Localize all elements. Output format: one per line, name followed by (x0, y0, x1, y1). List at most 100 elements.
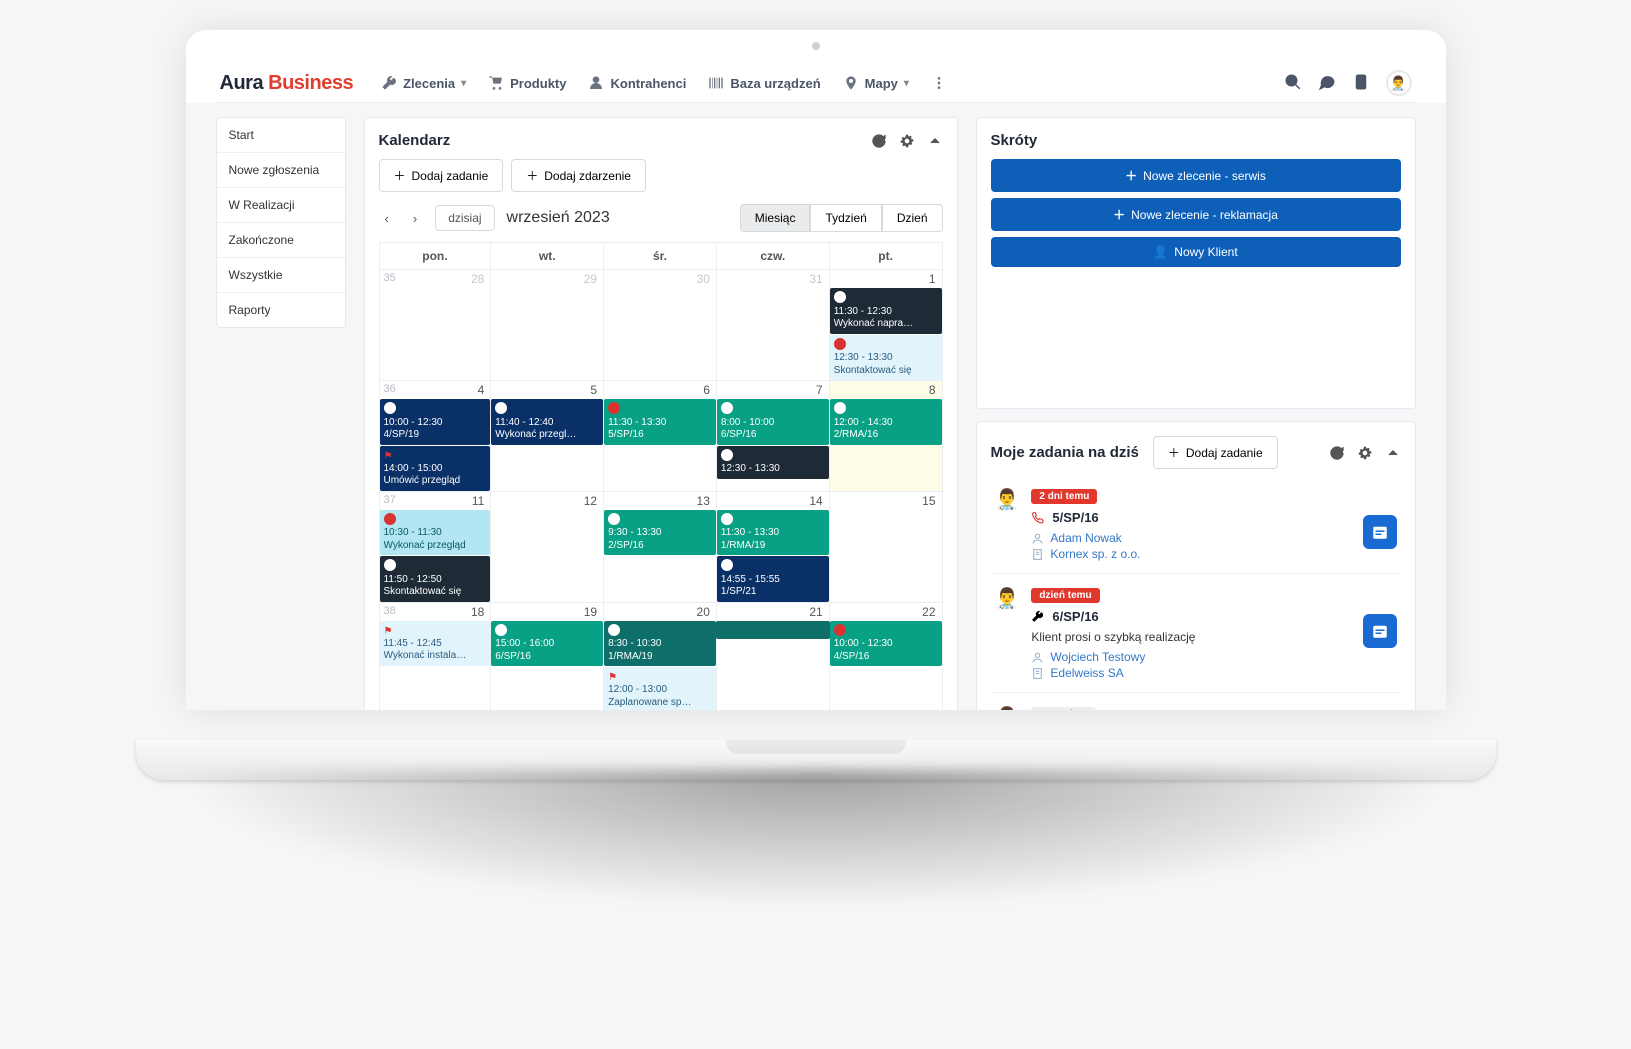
sidebar-all[interactable]: Wszystkie (217, 258, 345, 293)
search-icon[interactable] (1284, 73, 1302, 94)
cell[interactable]: 364 10:00 - 12:304/SP/19 14:00 - 15:00Um… (379, 381, 492, 492)
due-badge: 2 dni temu (1031, 489, 1097, 504)
cell[interactable]: 19 15:00 - 16:006/SP/16 (491, 603, 604, 711)
cell[interactable]: 22 10:00 - 12:304/SP/16 (830, 603, 943, 711)
cell[interactable]: 30 (604, 270, 717, 381)
tasks-title: Moje zadania na dziś (991, 444, 1139, 461)
calendar-chip[interactable] (1363, 614, 1397, 648)
sidebar-reports[interactable]: Raporty (217, 293, 345, 327)
nav-orders[interactable]: Zlecenia▾ (381, 75, 466, 91)
view-week[interactable]: Tydzień (810, 204, 881, 232)
new-complaint-button[interactable]: ＋Nowe zlecenie - reklamacja (991, 198, 1401, 231)
cell[interactable]: 29 (491, 270, 604, 381)
task-note: Klient prosi o szybką realizację (1031, 630, 1396, 644)
event[interactable]: 12:00 - 14:302/RMA/16 (830, 399, 942, 445)
barcode-icon (708, 75, 724, 91)
task-avatar: 👨‍⚕️ (995, 705, 1020, 710)
event[interactable]: 11:30 - 13:305/SP/16 (604, 399, 716, 445)
cell[interactable]: 20 8:30 - 10:301/RMA/19 12:00 - 13:00Zap… (604, 603, 717, 711)
cell[interactable]: 3711 10:30 - 11:30Wykonać przegląd 11:50… (379, 492, 492, 603)
gear-icon[interactable] (1357, 445, 1373, 461)
cell[interactable]: 7 8:00 - 10:006/SP/16 12:30 - 13:30 (717, 381, 830, 492)
event[interactable]: 12:30 - 13:30Skontaktować się (830, 335, 942, 381)
today-button[interactable]: dzisiaj (435, 205, 494, 231)
new-service-button[interactable]: ＋Nowe zlecenie - serwis (991, 159, 1401, 192)
next-month[interactable]: › (407, 207, 423, 230)
task-row[interactable]: 👨‍⚕️ dzień temu 6/SP/16 Klient prosi o s… (991, 574, 1401, 693)
event[interactable]: 11:30 - 12:30Wykonać napra… (830, 288, 942, 334)
event[interactable]: 12:00 - 13:00Zaplanowane sp… (604, 667, 716, 710)
task-avatar: 👨‍⚕️ (995, 487, 1020, 561)
sidebar-new[interactable]: Nowe zgłoszenia (217, 153, 345, 188)
add-event-button[interactable]: ＋Dodaj zdarzenie (511, 159, 646, 192)
chat-icon[interactable] (1318, 73, 1336, 94)
cell[interactable]: 3818 11:45 - 12:45Wykonać instala… (379, 603, 492, 711)
gear-icon[interactable] (899, 133, 915, 149)
pin-icon (843, 75, 859, 91)
task-row[interactable]: 👨‍⚕️ za 8 minut 2/RMA/16 Adam Nowak Korn… (991, 693, 1401, 710)
event[interactable]: 10:30 - 11:30Wykonać przegląd (380, 510, 491, 556)
month-label: wrzesień 2023 (507, 209, 610, 227)
cell[interactable]: 15 (830, 492, 943, 603)
cell[interactable]: 31 (717, 270, 830, 381)
view-day[interactable]: Dzień (882, 204, 943, 232)
new-client-button[interactable]: 👤Nowy Klient (991, 237, 1401, 267)
event[interactable]: 12:30 - 13:30 (717, 446, 829, 479)
calendar-chip[interactable] (1363, 515, 1397, 549)
cell[interactable]: 5 11:40 - 12:40Wykonać przegl… (491, 381, 604, 492)
event[interactable] (716, 621, 830, 640)
chevron-down-icon: ▾ (461, 78, 466, 89)
sidebar-in-progress[interactable]: W Realizacji (217, 188, 345, 223)
event[interactable]: 8:30 - 10:301/RMA/19 (604, 621, 716, 667)
nav-maps[interactable]: Mapy▾ (843, 75, 909, 91)
shortcuts-title: Skróty (991, 132, 1401, 149)
cell[interactable]: 3528 (379, 270, 492, 381)
chevron-up-icon[interactable] (1385, 445, 1401, 461)
cell[interactable]: 14 11:30 - 13:301/RMA/19 14:55 - 15:551/… (717, 492, 830, 603)
calendar-title: Kalendarz (379, 132, 451, 149)
due-badge: za 8 minut (1031, 707, 1096, 710)
event[interactable]: 10:00 - 12:304/SP/16 (830, 621, 942, 667)
event[interactable]: 15:00 - 16:006/SP/16 (491, 621, 603, 667)
sidebar-start[interactable]: Start (217, 118, 345, 153)
view-month[interactable]: Miesiąc (740, 204, 811, 232)
clipboard-icon[interactable] (1352, 73, 1370, 94)
kebab-icon (931, 75, 947, 91)
nav-devices[interactable]: Baza urządzeń (708, 75, 820, 91)
refresh-icon[interactable] (871, 133, 887, 149)
sidebar-done[interactable]: Zakończone (217, 223, 345, 258)
nav-contractors[interactable]: Kontrahenci (588, 75, 686, 91)
event[interactable]: 9:30 - 13:302/SP/16 (604, 510, 716, 556)
task-row[interactable]: 👨‍⚕️ 2 dni temu 5/SP/16 Adam Nowak Korne… (991, 475, 1401, 574)
sidebar: Start Nowe zgłoszenia W Realizacji Zakoń… (216, 117, 346, 328)
event[interactable]: 11:45 - 12:45Wykonać instala… (380, 621, 491, 666)
chevron-up-icon[interactable] (927, 133, 943, 149)
nav-more[interactable] (931, 75, 947, 91)
cell[interactable]: 13 9:30 - 13:302/SP/16 (604, 492, 717, 603)
event[interactable]: 11:30 - 13:301/RMA/19 (717, 510, 829, 556)
cell[interactable]: 6 11:30 - 13:305/SP/16 (604, 381, 717, 492)
event[interactable]: 8:00 - 10:006/SP/16 (717, 399, 829, 445)
nav-products[interactable]: Produkty (488, 75, 566, 91)
task-avatar: 👨‍⚕️ (995, 586, 1020, 680)
topbar: Aura Business Zlecenia▾ Produkty Kontrah… (216, 60, 1416, 103)
event[interactable]: 14:55 - 15:551/SP/21 (717, 556, 829, 602)
chevron-down-icon: ▾ (904, 78, 909, 89)
user-avatar[interactable]: 👨‍⚕️ (1386, 70, 1412, 96)
prev-month[interactable]: ‹ (379, 207, 395, 230)
event[interactable]: 11:40 - 12:40Wykonać przegl… (491, 399, 603, 445)
tasks-add-button[interactable]: ＋Dodaj zadanie (1153, 436, 1278, 469)
event[interactable]: 10:00 - 12:304/SP/19 (380, 399, 491, 445)
cell[interactable]: 12 (491, 492, 604, 603)
cell[interactable]: 21 (717, 603, 830, 711)
cell[interactable]: 1 11:30 - 12:30Wykonać napra… 12:30 - 13… (830, 270, 943, 381)
user-icon (588, 75, 604, 91)
wrench-icon (381, 75, 397, 91)
event[interactable]: 11:50 - 12:50Skontaktować się (380, 556, 491, 602)
add-task-button[interactable]: ＋Dodaj zadanie (379, 159, 504, 192)
refresh-icon[interactable] (1329, 445, 1345, 461)
event[interactable]: 14:00 - 15:00Umówić przegląd (380, 446, 491, 491)
cell-today[interactable]: 8 12:00 - 14:302/RMA/16 (830, 381, 943, 492)
tasks-panel: Moje zadania na dziś ＋Dodaj zadanie 👨‍⚕️ (976, 421, 1416, 710)
day-header: wt. (491, 242, 604, 270)
